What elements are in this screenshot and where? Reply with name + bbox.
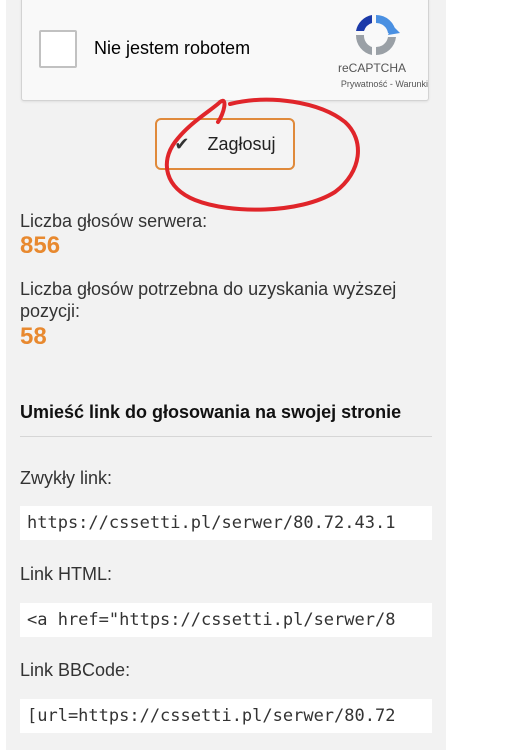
html-link-label: Link HTML: xyxy=(20,564,113,584)
recaptcha-logo-icon xyxy=(355,14,400,56)
recaptcha-label: Nie jestem robotem xyxy=(94,38,251,58)
needed-votes-label-line2: pozycji: xyxy=(20,301,81,321)
recaptcha-terms-links[interactable]: Prywatność - Warunki xyxy=(302,79,428,89)
server-votes-value: 856 xyxy=(20,232,61,259)
recaptcha-widget: Nie jestem robotem reCAPTCHA Prywatność … xyxy=(21,0,429,101)
embed-links-title: Umieść link do głosowania na swojej stro… xyxy=(20,402,402,422)
needed-votes-label-line1: Liczba głosów potrzebna do uzyskania wyż… xyxy=(20,279,397,299)
html-link-field[interactable]: <a href="https://cssetti.pl/serwer/8 xyxy=(20,603,432,637)
bbcode-link-label: Link BBCode: xyxy=(20,660,131,680)
recaptcha-checkbox[interactable] xyxy=(39,30,77,68)
section-divider xyxy=(20,436,432,437)
vote-button[interactable]: ✔ Zagłosuj xyxy=(155,118,295,170)
server-votes-label: Liczba głosów serwera: xyxy=(20,211,208,231)
plain-link-label: Zwykły link: xyxy=(20,468,113,488)
vote-button-label: Zagłosuj xyxy=(207,133,276,154)
bbcode-link-field[interactable]: [url=https://cssetti.pl/serwer/80.72 xyxy=(20,699,432,733)
check-icon: ✔ xyxy=(174,133,190,154)
needed-votes-value: 58 xyxy=(20,323,47,350)
recaptcha-brand: reCAPTCHA xyxy=(337,61,406,75)
plain-link-field[interactable]: https://cssetti.pl/serwer/80.72.43.1 xyxy=(20,506,432,540)
vote-panel xyxy=(6,0,446,750)
